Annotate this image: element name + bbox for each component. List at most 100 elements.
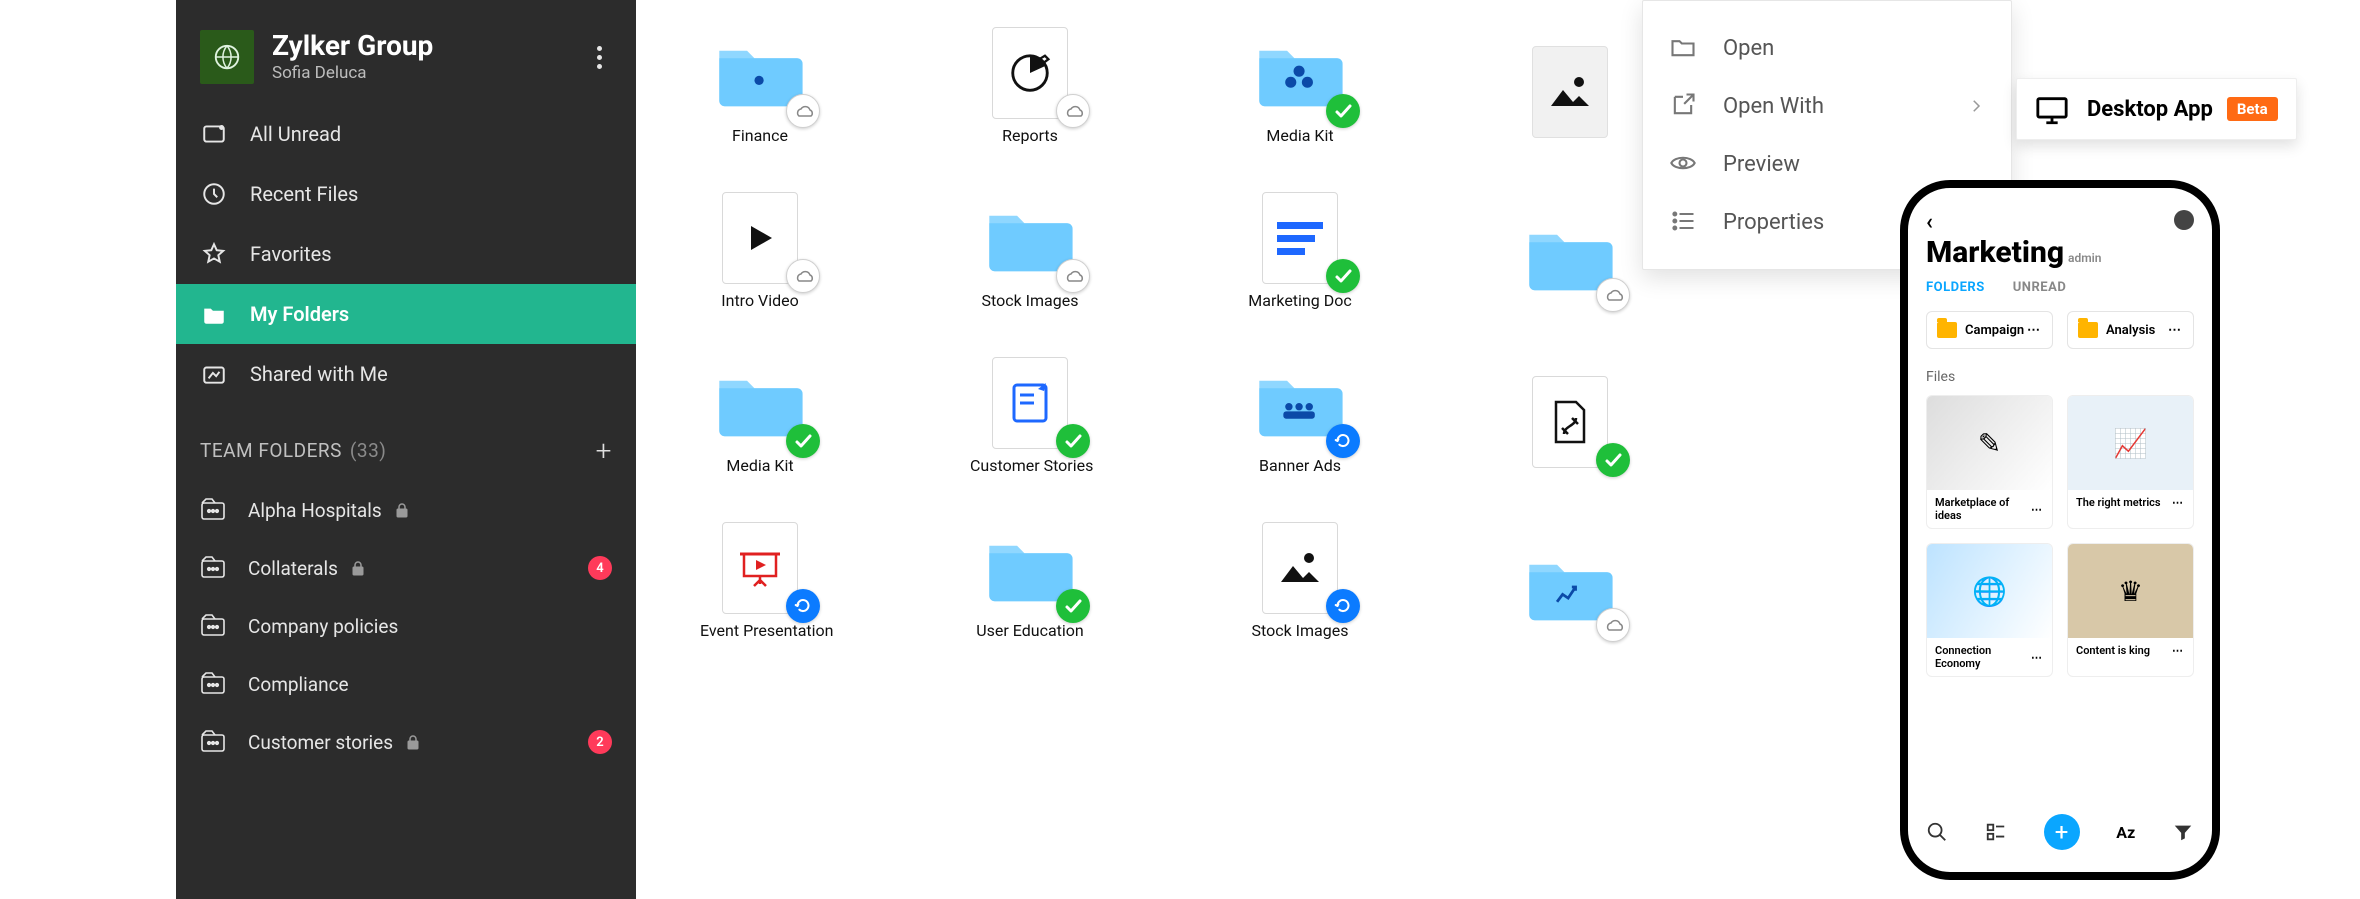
team-item-label: Customer stories xyxy=(248,731,393,754)
file-item[interactable]: Stock Images xyxy=(970,195,1090,310)
syncing-badge-icon xyxy=(1326,589,1360,623)
section-count: (33) xyxy=(350,439,386,462)
unread-badge: 2 xyxy=(588,730,612,754)
nav-my-folders[interactable]: My Folders xyxy=(176,284,636,344)
file-label: Media Kit xyxy=(1240,126,1360,145)
nav-all-unread[interactable]: All Unread xyxy=(176,104,636,164)
ctx-label: Properties xyxy=(1723,210,1824,235)
back-button[interactable]: ‹ xyxy=(1926,210,1933,235)
folder-icon xyxy=(1937,322,1957,338)
grid-row: Intro Video Stock Images Marketing Doc xyxy=(700,195,1720,310)
chevron-right-icon xyxy=(1967,97,1985,115)
list-icon xyxy=(1669,207,1699,237)
file-item[interactable] xyxy=(1510,49,1630,145)
team-item-alpha-hospitals[interactable]: Alpha Hospitals xyxy=(176,481,636,539)
synced-badge-icon xyxy=(786,424,820,458)
nav-shared[interactable]: Shared with Me xyxy=(176,344,636,404)
file-label: Marketing Doc xyxy=(1240,291,1360,310)
file-item[interactable]: Media Kit xyxy=(1240,30,1360,145)
cloud-badge-icon xyxy=(786,94,820,128)
team-item-compliance[interactable]: Compliance xyxy=(176,655,636,713)
file-card[interactable]: 🌐Connection Economy⋯ xyxy=(1926,543,2053,677)
add-button[interactable]: + xyxy=(2044,814,2080,850)
shared-icon xyxy=(200,360,228,388)
desktop-app-tag[interactable]: Desktop App Beta xyxy=(2016,78,2297,140)
folder-chip-analysis[interactable]: Analysis ⋯ xyxy=(2067,311,2194,349)
cloud-badge-icon xyxy=(786,259,820,293)
file-grid: Finance Reports Media Kit Intro Video Stock… xyxy=(700,30,1720,690)
file-item[interactable]: Media Kit xyxy=(700,360,820,475)
inbox-icon xyxy=(200,120,228,148)
nav-label: Favorites xyxy=(250,242,332,266)
ctx-open-with[interactable]: Open With xyxy=(1643,77,2011,135)
more-icon[interactable]: ⋯ xyxy=(2031,503,2044,516)
sidebar-more-button[interactable] xyxy=(587,36,612,79)
tab-unread[interactable]: UNREAD xyxy=(2013,280,2067,295)
file-item[interactable]: Finance xyxy=(700,30,820,145)
more-icon[interactable]: ⋯ xyxy=(2027,323,2042,338)
nav-label: All Unread xyxy=(250,122,341,146)
search-icon[interactable] xyxy=(1926,821,1948,843)
more-icon[interactable]: ⋯ xyxy=(2031,651,2044,664)
chip-label: Campaign xyxy=(1965,323,2024,338)
cloud-badge-icon xyxy=(1596,608,1630,642)
file-card[interactable]: ♛Content is king⋯ xyxy=(2067,543,2194,677)
sort-icon[interactable]: Az xyxy=(2116,823,2135,842)
file-label: Stock Images xyxy=(1240,621,1360,640)
mobile-role: admin xyxy=(2068,251,2101,265)
syncing-badge-icon xyxy=(1326,424,1360,458)
team-folders-header: TEAM FOLDERS (33) + xyxy=(176,404,636,481)
org-logo xyxy=(200,30,254,84)
file-card[interactable]: ✎Marketplace of ideas⋯ xyxy=(1926,395,2053,529)
ctx-open[interactable]: Open xyxy=(1643,19,2011,77)
synced-badge-icon xyxy=(1326,259,1360,293)
add-team-folder-button[interactable]: + xyxy=(596,434,612,467)
file-item[interactable] xyxy=(1510,544,1630,640)
tab-folders[interactable]: FOLDERS xyxy=(1926,280,1985,295)
lock-icon xyxy=(405,734,421,750)
eye-icon xyxy=(1669,149,1699,179)
info-icon[interactable] xyxy=(2174,210,2194,230)
team-item-collaterals[interactable]: Collaterals 4 xyxy=(176,539,636,597)
file-item[interactable]: User Education xyxy=(970,525,1090,640)
nav-favorites[interactable]: Favorites xyxy=(176,224,636,284)
synced-badge-icon xyxy=(1056,424,1090,458)
file-card[interactable]: 📈The right metrics⋯ xyxy=(2067,395,2194,529)
file-label: Reports xyxy=(970,126,1090,145)
file-item[interactable]: Banner Ads xyxy=(1240,360,1360,475)
card-label: Marketplace of ideas xyxy=(1935,496,2031,522)
mobile-title: Marketing xyxy=(1926,235,2064,270)
file-label: Banner Ads xyxy=(1240,456,1360,475)
team-folder-icon xyxy=(200,671,226,697)
folder-open-icon xyxy=(1669,33,1699,63)
nav-recent[interactable]: Recent Files xyxy=(176,164,636,224)
synced-badge-icon xyxy=(1056,589,1090,623)
filter-icon[interactable] xyxy=(2172,821,2194,843)
folder-chip-campaign[interactable]: Campaign⋯ xyxy=(1926,311,2053,349)
chip-label: Analysis xyxy=(2106,323,2155,338)
file-item[interactable]: Intro Video xyxy=(700,195,820,310)
file-label: Media Kit xyxy=(700,456,820,475)
user-name: Sofia Deluca xyxy=(272,63,433,83)
team-folder-icon xyxy=(200,729,226,755)
team-item-company-policies[interactable]: Company policies xyxy=(176,597,636,655)
synced-badge-icon xyxy=(1326,94,1360,128)
file-item[interactable] xyxy=(1510,214,1630,310)
mobile-preview: ‹ Marketing admin FOLDERS UNREAD Campaig… xyxy=(1900,180,2220,880)
team-folder-icon xyxy=(200,497,226,523)
unread-badge: 4 xyxy=(588,556,612,580)
team-item-customer-stories[interactable]: Customer stories 2 xyxy=(176,713,636,771)
nav-label: My Folders xyxy=(250,302,349,326)
file-item[interactable]: Event Presentation xyxy=(700,525,820,640)
nav-label: Recent Files xyxy=(250,182,358,206)
file-item[interactable]: Customer Stories xyxy=(970,360,1090,475)
file-item[interactable]: Marketing Doc xyxy=(1240,195,1360,310)
file-item[interactable]: Reports xyxy=(970,30,1090,145)
file-label: Intro Video xyxy=(700,291,820,310)
file-item[interactable] xyxy=(1510,379,1630,475)
file-item[interactable]: Stock Images xyxy=(1240,525,1360,640)
more-icon[interactable]: ⋯ xyxy=(2168,323,2183,338)
view-toggle-icon[interactable] xyxy=(1985,821,2007,843)
more-icon[interactable]: ⋯ xyxy=(2172,644,2185,657)
more-icon[interactable]: ⋯ xyxy=(2172,496,2185,509)
